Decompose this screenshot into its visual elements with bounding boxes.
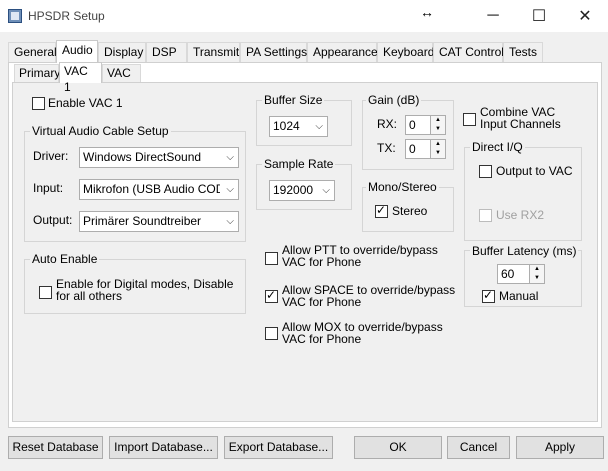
direct-iq-group-label: Direct I/Q (470, 140, 525, 154)
sample-rate-value: 192000 (273, 183, 314, 197)
rx-gain-spinner[interactable]: 0 ▲ ▼ (405, 115, 446, 135)
combine-vac-label: Combine VAC Input Channels (480, 106, 561, 130)
tab-tests[interactable]: Tests (503, 42, 543, 62)
cancel-button[interactable]: Cancel (447, 436, 510, 459)
allow-mox-label: Allow MOX to override/bypass VAC for Pho… (282, 321, 443, 345)
chevron-down-icon: ⌵ (226, 152, 234, 163)
subtab-primary[interactable]: Primary (14, 64, 60, 82)
allow-ptt-checkbox[interactable] (265, 252, 278, 265)
buffer-latency-spin-buttons: ▲ ▼ (529, 265, 544, 283)
import-database-button[interactable]: Import Database... (109, 436, 218, 459)
auto-enable-group-label: Auto Enable (30, 252, 100, 266)
manual-latency-label: Manual (499, 289, 539, 303)
allow-ptt-label: Allow PTT to override/bypass VAC for Pho… (282, 244, 438, 268)
input-select[interactable]: Mikrofon (USB Audio CODEC ⌵ (79, 179, 239, 200)
buffer-size-value: 1024 (273, 119, 300, 133)
spin-down-icon[interactable]: ▼ (530, 274, 544, 283)
allow-space-checkbox[interactable] (265, 288, 278, 303)
auto-enable-label-line2: for all others (56, 289, 123, 303)
buffer-size-select[interactable]: 1024 ⌵ (269, 116, 328, 137)
output-label: Output: (33, 213, 73, 227)
buffer-latency-value: 60 (501, 267, 515, 281)
allow-mox-checkbox[interactable] (265, 327, 278, 340)
tab-pa-settings[interactable]: PA Settings (240, 42, 307, 62)
output-select[interactable]: Primärer Soundtreiber ⌵ (79, 211, 239, 232)
vac-setup-group-label: Virtual Audio Cable Setup (30, 124, 171, 138)
allow-mox-line2: VAC for Phone (282, 332, 362, 346)
subtab-vac1[interactable]: VAC 1 (59, 62, 102, 94)
direct-iq-group (464, 147, 582, 241)
gain-group-label: Gain (dB) (366, 93, 422, 107)
enable-vac1-label: Enable VAC 1 (48, 96, 123, 110)
enable-vac1-checkbox[interactable] (32, 97, 45, 110)
spin-down-icon[interactable]: ▼ (431, 125, 445, 134)
subtab-vac2[interactable]: VAC 2 (102, 64, 141, 96)
mono-stereo-group-label: Mono/Stereo (366, 180, 439, 194)
tx-gain-spinner[interactable]: 0 ▲ ▼ (405, 139, 446, 159)
use-rx2-checkbox[interactable] (479, 209, 492, 222)
tab-dsp[interactable]: DSP (146, 42, 187, 62)
tx-gain-spin-buttons: ▲ ▼ (430, 140, 445, 158)
use-rx2-label: Use RX2 (496, 208, 545, 222)
manual-latency-checkbox[interactable] (482, 288, 495, 303)
app-icon (8, 9, 22, 23)
allow-space-label: Allow SPACE to override/bypass VAC for P… (282, 284, 455, 308)
minimize-button[interactable]: ─ (470, 0, 516, 32)
close-button[interactable]: ✕ (562, 0, 608, 32)
rx-gain-spin-buttons: ▲ ▼ (430, 116, 445, 134)
tab-keyboard[interactable]: Keyboard (377, 42, 434, 62)
driver-select[interactable]: Windows DirectSound ⌵ (79, 147, 239, 168)
tab-cat-control[interactable]: CAT Control (433, 42, 504, 62)
tab-transmit[interactable]: Transmit (187, 42, 240, 62)
chevron-down-icon: ⌵ (315, 121, 323, 132)
rx-gain-value: 0 (409, 118, 416, 132)
window-title: HPSDR Setup (28, 9, 105, 23)
combine-vac-line2: Input Channels (480, 117, 561, 131)
gain-group (362, 100, 454, 170)
sample-rate-group-label: Sample Rate (262, 157, 336, 171)
output-to-vac-checkbox[interactable] (479, 165, 492, 178)
chevron-down-icon: ⌵ (226, 216, 234, 227)
auto-enable-checkbox[interactable] (39, 286, 52, 299)
chevron-down-icon: ⌵ (226, 184, 234, 195)
sample-rate-select[interactable]: 192000 ⌵ (269, 180, 335, 201)
buffer-latency-spinner[interactable]: 60 ▲ ▼ (497, 264, 545, 284)
resize-arrow-icon: ↔ (420, 4, 434, 20)
allow-space-line2: VAC for Phone (282, 295, 362, 309)
stereo-checkbox[interactable] (375, 203, 388, 218)
allow-ptt-line2: VAC for Phone (282, 255, 362, 269)
input-value: Mikrofon (USB Audio CODEC (83, 182, 220, 196)
input-label: Input: (33, 181, 64, 195)
reset-database-button[interactable]: Reset Database (8, 436, 103, 459)
auto-enable-label: Enable for Digital modes, Disable for al… (56, 278, 233, 302)
output-value: Primärer Soundtreiber (83, 214, 202, 228)
stereo-label: Stereo (392, 204, 428, 218)
tx-gain-value: 0 (409, 142, 416, 156)
tx-gain-label: TX: (377, 141, 396, 155)
output-to-vac-label: Output to VAC (496, 164, 573, 178)
driver-value: Windows DirectSound (83, 150, 202, 164)
tab-general[interactable]: General (8, 42, 57, 62)
spin-down-icon[interactable]: ▼ (431, 149, 445, 158)
buffer-size-group-label: Buffer Size (262, 93, 325, 107)
combine-vac-checkbox[interactable] (463, 113, 476, 126)
tab-audio[interactable]: Audio (56, 40, 98, 63)
tab-appearance[interactable]: Appearance (307, 42, 378, 62)
ok-button[interactable]: OK (354, 436, 442, 459)
rx-gain-label: RX: (377, 117, 398, 131)
apply-button[interactable]: Apply (516, 436, 604, 459)
export-database-button[interactable]: Export Database... (224, 436, 333, 459)
chevron-down-icon: ⌵ (322, 185, 330, 196)
buffer-latency-group-label: Buffer Latency (ms) (470, 244, 579, 258)
maximize-button[interactable]: ☐ (516, 0, 562, 32)
driver-label: Driver: (33, 149, 69, 163)
tab-display[interactable]: Display (98, 42, 146, 62)
